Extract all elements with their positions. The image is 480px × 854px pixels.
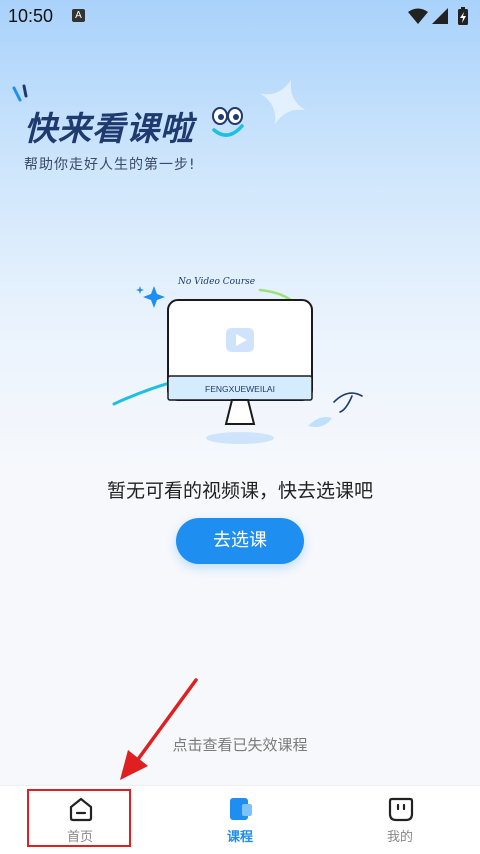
course-icon [230, 798, 252, 820]
tab-me-label: 我的 [386, 830, 413, 845]
smiley-face-icon [212, 107, 244, 137]
empty-monitor-illustration: No Video Course FENGXUEWEILAI [112, 277, 363, 444]
status-time: 10:50 [8, 6, 54, 26]
status-bar: 10:50 A [0, 0, 480, 34]
battery-icon [458, 7, 468, 25]
status-icons [408, 7, 468, 25]
sparkle-icon [136, 286, 165, 308]
signal-icon [432, 8, 448, 24]
monitor-brand-text: FENGXUEWEILAI [205, 384, 275, 394]
profile-icon [388, 797, 414, 822]
tab-course-label: 课程 [226, 830, 253, 845]
tab-course[interactable]: 课程 [160, 786, 320, 854]
select-course-button[interactable]: 去选课 [176, 518, 304, 564]
notification-badge: A [72, 9, 85, 22]
star-decoration-icon [260, 79, 306, 125]
expired-courses-link[interactable]: 点击查看已失效课程 [0, 734, 480, 755]
hero-title: 快来看课啦 [24, 110, 194, 147]
hero-subtitle: 帮助你走好人生的第一步! [24, 157, 196, 173]
empty-state-message: 暂无可看的视频课，快去选课吧 [106, 480, 373, 502]
leaf-icon [308, 392, 363, 427]
script-caption: No Video Course [177, 277, 255, 287]
wifi-icon [408, 8, 428, 24]
annotation-highlight-box [27, 789, 131, 847]
annotation-arrow [120, 678, 198, 780]
monitor-icon: FENGXUEWEILAI [167, 299, 313, 444]
tab-me[interactable]: 我的 [320, 786, 480, 854]
